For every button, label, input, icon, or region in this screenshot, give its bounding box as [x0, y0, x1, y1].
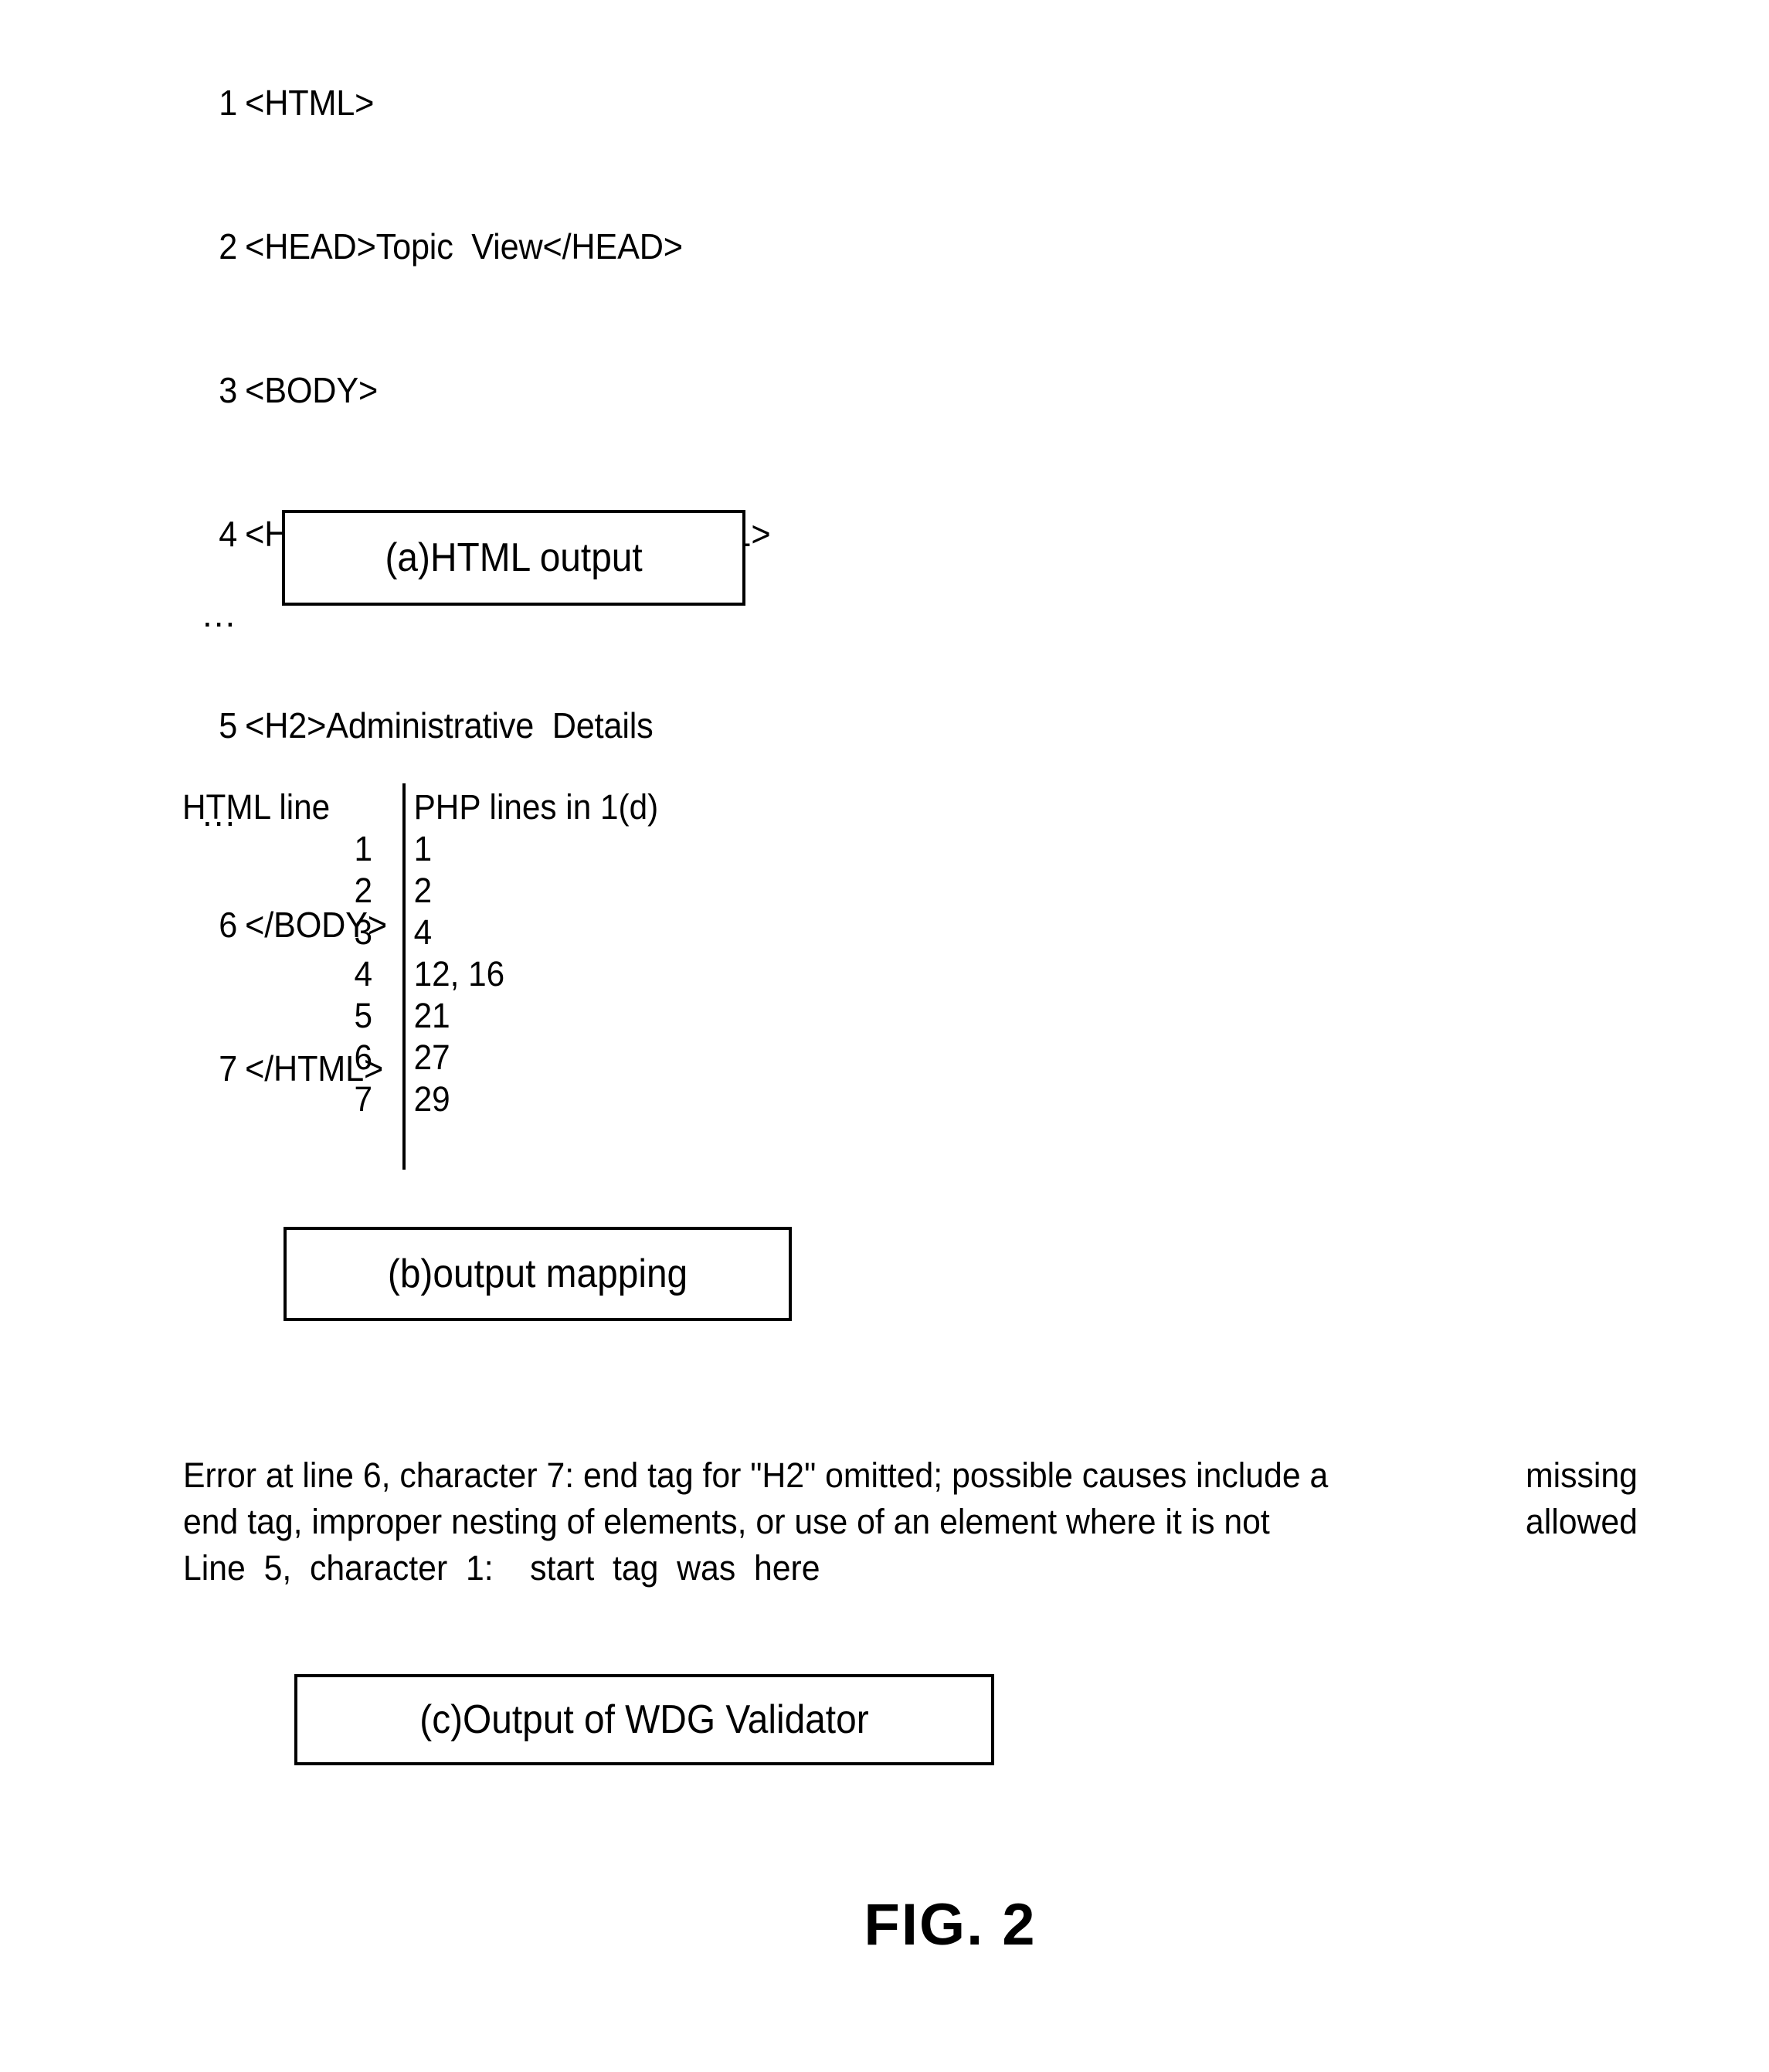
panel-b-caption-label: (b)output mapping — [387, 1252, 688, 1296]
table-row: 4 12, 16 — [182, 953, 723, 995]
table-row: 1 1 — [182, 828, 723, 870]
table-row: 5 21 — [182, 995, 723, 1037]
figure-label-text: FIG. 2 — [864, 1892, 1037, 1958]
panel-c-caption-label: (c)Output of WDG Validator — [419, 1697, 869, 1742]
code-line-number: 5 — [219, 705, 238, 746]
validator-output-line: Error at line 6, character 7: end tag fo… — [183, 1452, 1638, 1499]
code-line-number: 1 — [219, 83, 238, 123]
validator-output-line-segment: allowed — [1525, 1502, 1638, 1541]
column-header-html-line: HTML line — [182, 787, 331, 827]
code-line-number: 3 — [219, 370, 238, 410]
code-line: 5 <H2>Administrative Details — [182, 654, 1199, 797]
table-row: 7 29 — [182, 1078, 723, 1120]
cell-php-lines: 2 — [413, 871, 433, 910]
cell-html-line: 4 — [354, 954, 372, 994]
cell-html-line: 5 — [354, 996, 372, 1035]
panel-a-caption-box: (a)HTML output — [282, 510, 745, 606]
table-row: 6 27 — [182, 1037, 723, 1078]
cell-html-line: 7 — [354, 1079, 372, 1119]
validator-output-line-segment: missing — [1525, 1455, 1638, 1495]
cell-php-lines: 1 — [413, 829, 433, 868]
table-row: 3 4 — [182, 912, 723, 953]
panel-a-caption-label: (a)HTML output — [385, 535, 643, 580]
code-line: 1 <HTML> — [182, 31, 1199, 175]
validator-output-line: end tag, improper nesting of elements, o… — [183, 1499, 1638, 1545]
code-ellipsis: ... — [182, 594, 1264, 654]
cell-php-lines: 12, 16 — [413, 954, 505, 994]
cell-html-line: 3 — [354, 912, 372, 952]
figure-label: FIG. 2 — [0, 1891, 1769, 1958]
code-ellipsis-text: ... — [202, 594, 237, 634]
output-mapping-table: HTML line PHP lines in 1(d) 1 1 2 2 3 4 … — [182, 786, 723, 1120]
table-row: 2 2 — [182, 870, 723, 912]
code-line-number: 4 — [219, 514, 238, 554]
code-line-text: <H2>Administrative Details — [245, 705, 654, 746]
code-line: 2 <HEAD>Topic View</HEAD> — [182, 175, 1199, 318]
column-header-php-lines: PHP lines in 1(d) — [413, 787, 659, 827]
code-line-text: <BODY> — [245, 370, 379, 410]
cell-html-line: 6 — [354, 1038, 372, 1077]
cell-php-lines: 27 — [413, 1038, 450, 1077]
wdg-validator-output-text: Error at line 6, character 7: end tag fo… — [183, 1452, 1714, 1591]
panel-c-caption-box: (c)Output of WDG Validator — [294, 1674, 994, 1765]
cell-html-line: 1 — [354, 829, 372, 868]
cell-php-lines: 4 — [413, 912, 433, 952]
validator-output-line: Line 5, character 1: start tag was here — [183, 1548, 820, 1588]
cell-html-line: 2 — [354, 871, 372, 910]
validator-output-line-segment: Error at line 6, character 7: end tag fo… — [183, 1455, 1329, 1495]
panel-b-caption-box: (b)output mapping — [284, 1227, 792, 1321]
code-line-text: <HTML> — [245, 83, 375, 123]
code-line-number: 2 — [219, 226, 238, 267]
validator-output-line-segment: end tag, improper nesting of elements, o… — [183, 1502, 1270, 1541]
code-line: 3 <BODY> — [182, 318, 1199, 462]
table-header-row: HTML line PHP lines in 1(d) — [182, 786, 723, 828]
cell-php-lines: 29 — [413, 1079, 450, 1119]
cell-php-lines: 21 — [413, 996, 450, 1035]
code-line-text: <HEAD>Topic View</HEAD> — [245, 226, 683, 267]
